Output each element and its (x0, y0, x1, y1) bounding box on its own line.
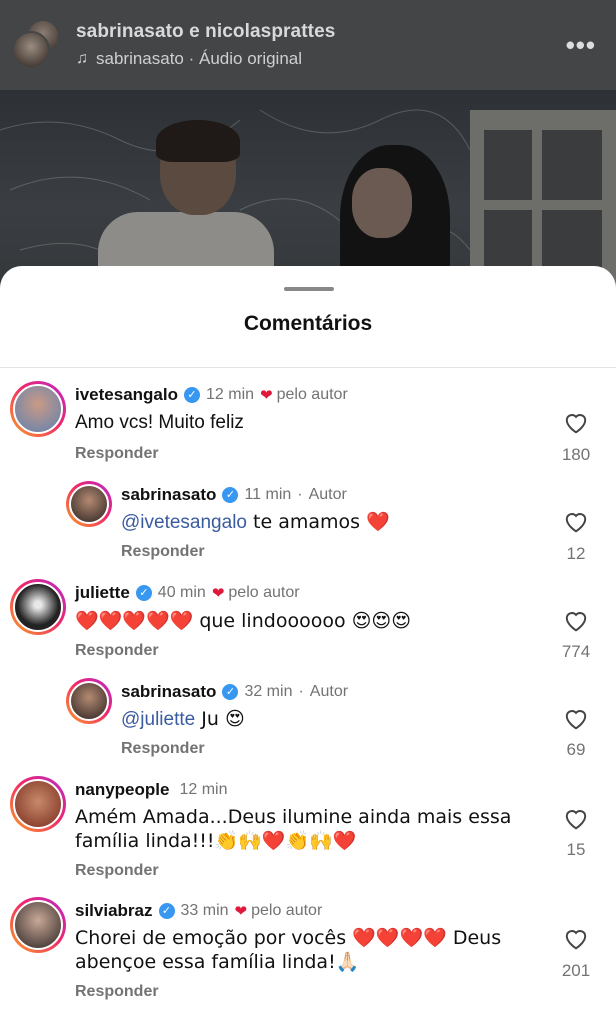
mention-link[interactable]: @juliette (121, 709, 195, 730)
heart-outline-icon[interactable] (563, 509, 589, 533)
comment-header: juliette ✓ 40 min ❤ pelo autor (75, 583, 300, 603)
more-horizontal-icon[interactable]: ••• (566, 30, 596, 61)
avatar[interactable] (10, 897, 66, 953)
collab-avatars[interactable] (12, 17, 68, 73)
reply-button[interactable]: Responder (75, 642, 159, 660)
username[interactable]: juliette (75, 583, 130, 603)
reel-authors[interactable]: sabrinasato e nicolasprattes (76, 21, 335, 43)
avatar[interactable] (10, 579, 66, 635)
person-right-face (352, 168, 412, 238)
verified-badge-icon: ✓ (135, 585, 152, 601)
comment-header: ivetesangalo ✓ 12 min ❤ pelo autor (75, 385, 348, 405)
heart-outline-icon[interactable] (563, 926, 589, 950)
username[interactable]: sabrinasato (121, 485, 216, 505)
username[interactable]: sabrinasato (121, 682, 216, 702)
like-count: 180 (561, 445, 591, 464)
timestamp: 40 min (157, 584, 206, 601)
comment-header: sabrinasato ✓ 32 min · Autor (121, 682, 348, 702)
separator: · (297, 486, 303, 503)
like-count: 15 (566, 840, 586, 859)
reply-button[interactable]: Responder (121, 543, 205, 561)
avatar[interactable] (66, 481, 112, 527)
avatar[interactable] (10, 381, 66, 437)
username[interactable]: nanypeople (75, 780, 169, 800)
drag-handle[interactable] (284, 287, 334, 291)
person-left-hair (156, 120, 240, 162)
audio-label: sabrinasato · Áudio original (96, 49, 303, 68)
comment-text: Amém Amada...Deus ilumine ainda mais ess… (75, 806, 512, 852)
mention-link[interactable]: @ivetesangalo (121, 512, 247, 533)
like-count: 69 (566, 740, 586, 759)
author-tag: Autor (308, 486, 347, 503)
like-count: 201 (561, 961, 591, 980)
avatar (12, 31, 50, 69)
heart-outline-icon[interactable] (563, 608, 589, 632)
timestamp: 12 min (206, 386, 255, 403)
divider (0, 367, 616, 368)
comment-header: sabrinasato ✓ 11 min · Autor (121, 485, 347, 505)
timestamp: 12 min (179, 781, 228, 798)
comment-header: nanypeople 12 min (75, 780, 228, 800)
heart-outline-icon[interactable] (563, 410, 589, 434)
heart-icon: ❤ (234, 903, 248, 920)
comment-text: @juliette Ju 😍 (121, 707, 541, 732)
verified-badge-icon: ✓ (158, 903, 175, 919)
comment-body: Ju 😍 (195, 708, 245, 730)
video-background: sabrinasato e nicolasprattes ♫ sabrinasa… (0, 0, 616, 300)
verified-badge-icon: ✓ (184, 387, 200, 403)
reply-button[interactable]: Responder (75, 862, 159, 880)
timestamp: 33 min (180, 902, 229, 919)
comment-text: Chorei de emoção por vocês ❤️❤️❤️❤️ Deus… (75, 927, 502, 973)
heart-icon: ❤ (260, 387, 273, 404)
audio-info[interactable]: ♫ sabrinasato · Áudio original (76, 49, 335, 69)
sheet-title: Comentários (243, 312, 373, 335)
liked-by-author: pelo autor (228, 584, 300, 601)
like-count: 12 (566, 544, 586, 563)
reply-button[interactable]: Responder (121, 740, 205, 758)
author-tag: Autor (309, 683, 349, 700)
comment-body: te amamos ❤️ (246, 511, 390, 533)
heart-outline-icon[interactable] (563, 706, 589, 730)
verified-badge-icon: ✓ (222, 684, 239, 700)
comment-text: ❤️❤️❤️❤️❤️ que lindoooooo 😍😍😍 (75, 610, 412, 632)
avatar[interactable] (10, 776, 66, 832)
timestamp: 11 min (244, 486, 292, 503)
reel-header: sabrinasato e nicolasprattes ♫ sabrinasa… (0, 0, 616, 90)
comment-text: Amo vcs! Muito feliz (75, 412, 244, 433)
separator: · (298, 683, 304, 700)
timestamp: 32 min (244, 683, 293, 700)
username[interactable]: ivetesangalo (75, 385, 178, 405)
music-note-icon: ♫ (76, 50, 88, 67)
liked-by-author: pelo autor (251, 902, 323, 919)
reply-button[interactable]: Responder (75, 445, 159, 463)
heart-icon: ❤ (211, 585, 225, 602)
liked-by-author: pelo autor (276, 386, 348, 403)
reply-button[interactable]: Responder (75, 983, 159, 1001)
like-count: 774 (561, 642, 591, 661)
heart-outline-icon[interactable] (563, 806, 589, 830)
verified-badge-icon: ✓ (222, 487, 239, 503)
comment-header: silviabraz ✓ 33 min ❤ pelo autor (75, 901, 322, 921)
avatar[interactable] (66, 678, 112, 724)
username[interactable]: silviabraz (75, 901, 153, 921)
comment-text: @ivetesangalo te amamos ❤️ (121, 510, 541, 535)
